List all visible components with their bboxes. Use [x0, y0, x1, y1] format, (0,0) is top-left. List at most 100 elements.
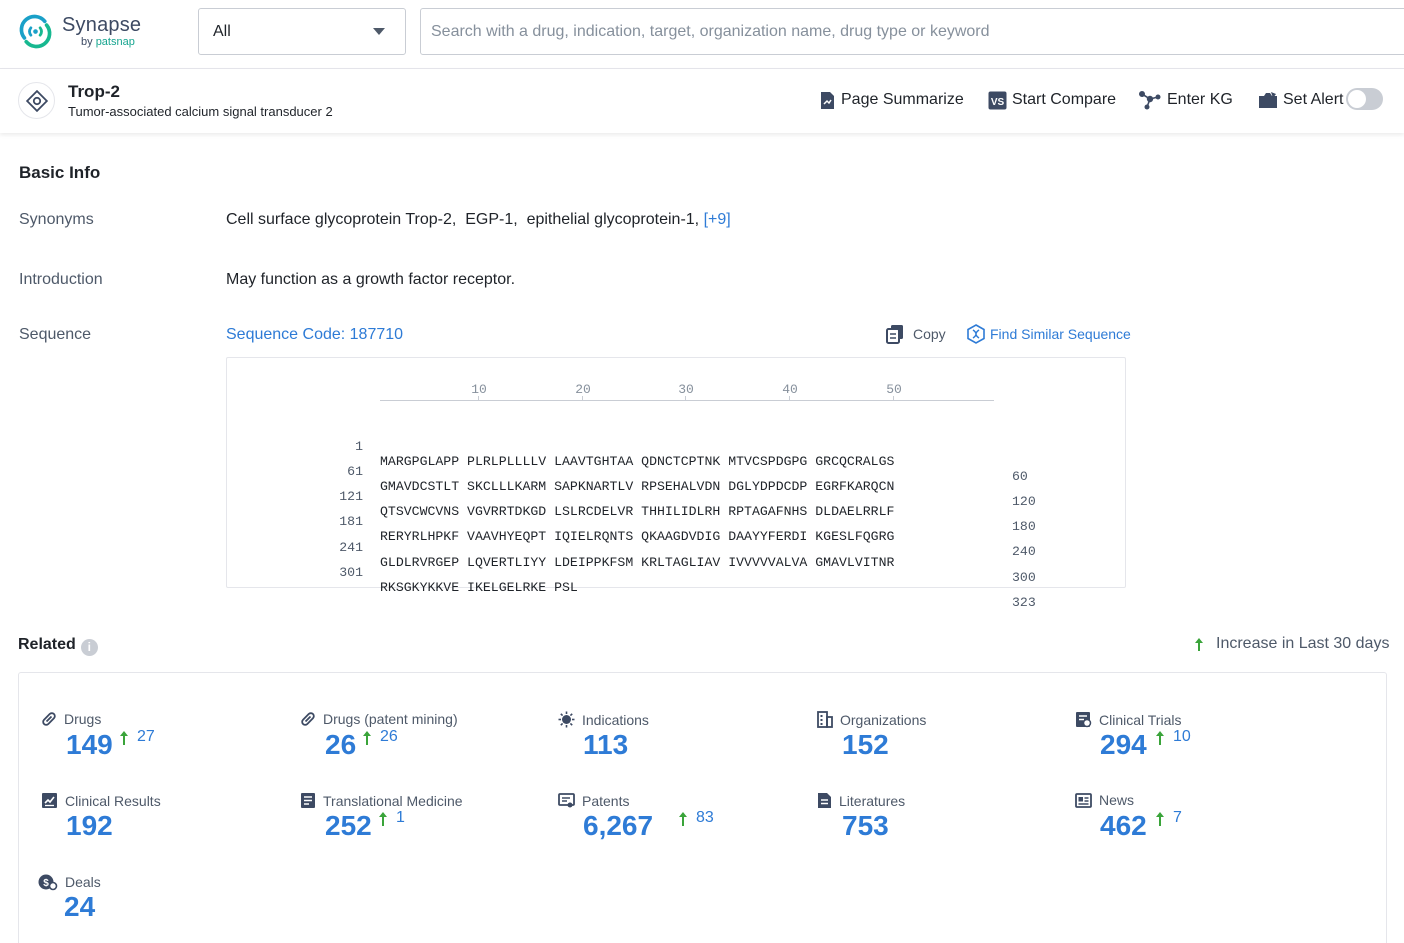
stat-label: Indications: [582, 712, 649, 728]
brand-by: by: [81, 36, 93, 48]
stat-increase-value: 83: [696, 809, 714, 827]
stat-count: 6,267: [583, 810, 653, 842]
search-box: [420, 8, 1404, 55]
sequence-row-residues: GLDLRVRGEP LQVERTLIYY LDEIPPKFSM KRLTAGL…: [380, 555, 894, 570]
page-summarize-button[interactable]: Page Summarize: [819, 89, 964, 111]
stat-increase: 1: [378, 809, 405, 827]
stat-deals[interactable]: $ Deals 24: [38, 873, 288, 943]
ruler-label: 50: [879, 382, 909, 397]
sequence-ruler: [380, 400, 994, 401]
sequence-row-residues: QTSVCWCVNS VGVRRTDKGD LSLRCDELVR THHILID…: [380, 504, 894, 519]
stat-label-row: News: [1075, 792, 1134, 808]
stat-indications[interactable]: Indications 113: [558, 711, 808, 783]
basic-info-heading: Basic Info: [19, 163, 100, 183]
up-arrow-icon: [678, 811, 688, 827]
sequence-row: 181 RERYRLHPKF VAAVHYEQPT IQIELRQNTS QKA…: [227, 499, 259, 517]
search-scope-select[interactable]: All: [198, 8, 406, 55]
find-similar-sequence-button[interactable]: Find Similar Sequence: [966, 323, 1131, 345]
set-alert-button[interactable]: Set Alert: [1258, 89, 1343, 111]
brand-sub: by patsnap: [81, 37, 141, 48]
ruler-label: 20: [568, 382, 598, 397]
stat-news[interactable]: News 462 7: [1075, 792, 1325, 864]
stat-increase-value: 1: [396, 809, 405, 827]
deal-icon: $: [38, 873, 58, 891]
search-scope-value: All: [213, 23, 231, 41]
alert-icon: [1258, 91, 1278, 109]
stat-increase: 7: [1155, 809, 1182, 827]
stat-clinical-trials[interactable]: Clinical Trials 294 10: [1075, 711, 1325, 783]
top-bar: Synapse by patsnap All: [0, 0, 1404, 69]
copy-icon: [886, 324, 905, 344]
stat-count: 149: [66, 729, 113, 761]
stat-label: Drugs: [64, 711, 101, 727]
stat-increase-value: 7: [1173, 809, 1182, 827]
ruler-tick: [893, 396, 894, 401]
stat-count: 24: [64, 891, 95, 923]
patent-icon: [558, 792, 575, 809]
brand-patsnap: patsnap: [96, 36, 135, 48]
synonyms-label: Synonyms: [19, 211, 94, 229]
synonyms-more-link[interactable]: [+9]: [704, 211, 731, 228]
stat-label-row: Translational Medicine: [300, 792, 463, 809]
stat-drugs[interactable]: Drugs 149 27: [41, 711, 291, 783]
stat-count: 113: [583, 729, 628, 761]
sequence-code-link[interactable]: Sequence Code: 187710: [226, 326, 403, 344]
ruler-tick: [685, 396, 686, 401]
stat-clinical-results[interactable]: Clinical Results 192: [41, 792, 291, 864]
synapse-logo[interactable]: Synapse by patsnap: [17, 13, 141, 50]
info-icon[interactable]: i: [81, 639, 98, 656]
stat-increase-value: 26: [380, 728, 398, 746]
stat-count: 192: [66, 810, 113, 842]
stat-literatures[interactable]: Literatures 753: [817, 792, 1067, 864]
brand-name: Synapse: [62, 15, 141, 35]
stat-label: News: [1099, 792, 1134, 808]
synonyms-text: Cell surface glycoprotein Trop-2, EGP-1,…: [226, 211, 699, 228]
stat-label-row: Literatures: [817, 792, 905, 809]
stat-label-row: Drugs: [41, 711, 101, 727]
sequence-row-residues: RERYRLHPKF VAAVHYEQPT IQIELRQNTS QKAAGDV…: [380, 529, 894, 544]
sequence-label: Sequence: [19, 326, 91, 344]
sequence-row-start: 181: [307, 514, 363, 529]
sequence-row-end: 120: [1012, 494, 1036, 509]
up-arrow-icon: [362, 730, 372, 746]
introduction-value: May function as a growth factor receptor…: [226, 271, 515, 289]
start-compare-label: Start Compare: [1012, 91, 1116, 109]
knowledge-graph-icon: [1138, 90, 1162, 110]
svg-text:VS: VS: [991, 97, 1005, 108]
summarize-icon: [819, 91, 836, 110]
stat-translational-medicine[interactable]: Translational Medicine 252 1: [300, 792, 550, 864]
stat-organizations[interactable]: Organizations 152: [817, 711, 1067, 783]
stat-patents[interactable]: Patents 6,267 83: [558, 792, 808, 864]
related-title: Related: [18, 636, 76, 653]
stat-increase: 10: [1155, 728, 1191, 746]
stat-label-row: Indications: [558, 711, 649, 728]
enter-kg-label: Enter KG: [1167, 91, 1233, 109]
virus-icon: [558, 711, 575, 728]
target-icon: [18, 82, 55, 119]
increase-legend: Increase in Last 30 days: [1194, 635, 1389, 653]
stat-label: Clinical Trials: [1099, 712, 1181, 728]
sequence-row-residues: GMAVDCSTLT SKCLLLKARM SAPKNARTLV RPSEHAL…: [380, 479, 894, 494]
compare-icon: VS: [988, 91, 1007, 110]
copy-button[interactable]: Copy: [886, 323, 946, 345]
stat-increase: 26: [362, 728, 398, 746]
sequence-row-start: 61: [307, 464, 363, 479]
start-compare-button[interactable]: VS Start Compare: [988, 89, 1116, 111]
chart-doc-icon: [41, 792, 58, 809]
stat-label-row: Organizations: [817, 711, 926, 728]
sequence-row-start: 301: [307, 565, 363, 580]
enter-kg-button[interactable]: Enter KG: [1138, 89, 1233, 111]
sequence-row-end: 300: [1012, 570, 1036, 585]
stat-count: 152: [842, 729, 889, 761]
page-summarize-label: Page Summarize: [841, 91, 964, 109]
stat-label-row: Patents: [558, 792, 629, 809]
stat-count: 753: [842, 810, 889, 842]
stat-drugs-patent-mining[interactable]: Drugs (patent mining) 26 26: [300, 711, 550, 783]
synapse-logo-icon: [17, 13, 54, 50]
sequence-row-end: 240: [1012, 544, 1036, 559]
copy-label: Copy: [913, 326, 946, 342]
search-input[interactable]: [421, 9, 1404, 54]
related-stats-card: Drugs 149 27 Drugs (patent mining) 26 26…: [18, 672, 1387, 943]
sequence-viewer: 10 20 30 40 50 1 MARGPGLAPP PLRLPLLLLV L…: [226, 357, 1126, 588]
alert-toggle[interactable]: [1346, 88, 1383, 110]
